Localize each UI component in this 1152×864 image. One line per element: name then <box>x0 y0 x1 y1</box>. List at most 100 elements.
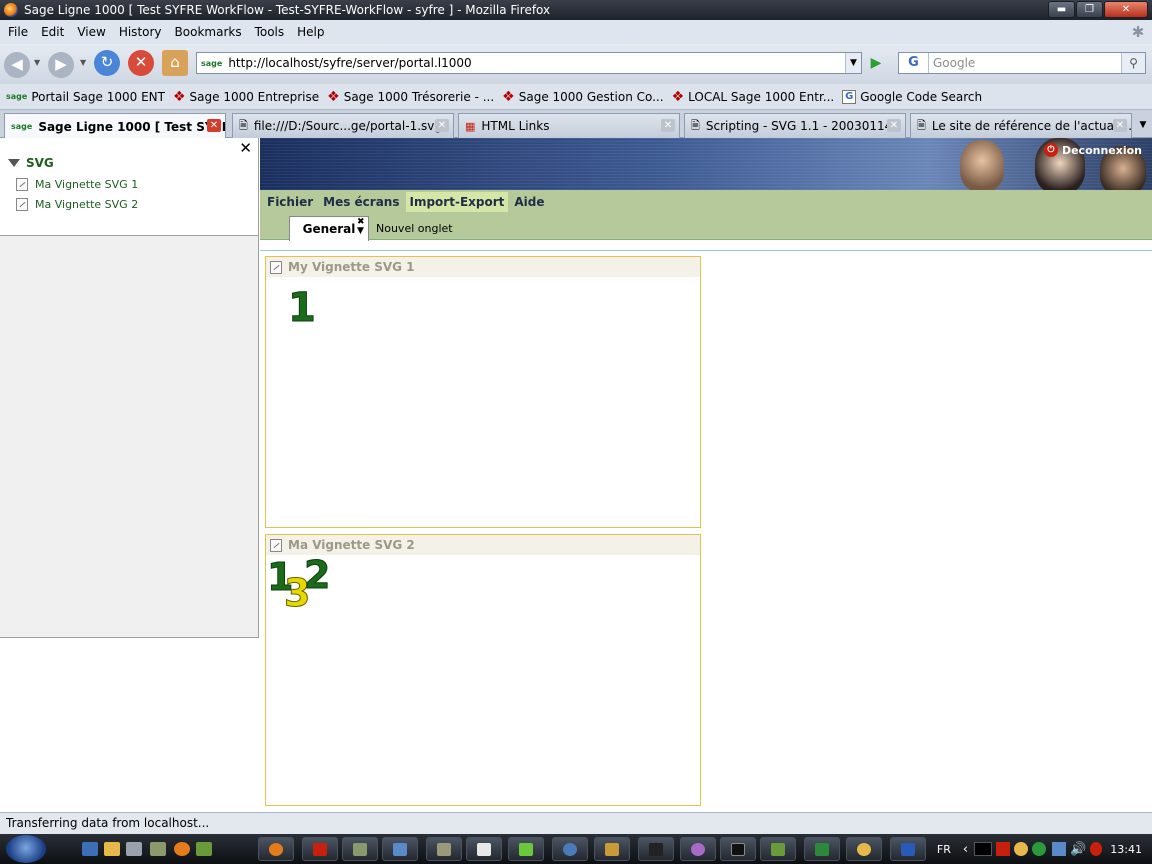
taskbar-app[interactable] <box>804 837 840 861</box>
bookmark-sage-tresorerie[interactable]: ❖ Sage 1000 Trésorerie - ... <box>327 89 494 105</box>
network-icon[interactable] <box>1052 842 1067 856</box>
taskbar-app[interactable] <box>426 837 462 861</box>
search-icon[interactable]: ⚲ <box>1121 53 1145 73</box>
tray-play-icon[interactable] <box>1032 842 1047 856</box>
bookmark-sage-gestion[interactable]: ❖ Sage 1000 Gestion Co... <box>502 89 663 105</box>
search-input[interactable]: Google <box>933 56 975 70</box>
close-tab-icon[interactable]: ✕ <box>207 119 221 132</box>
tab-site-reference[interactable]: 🗎 Le site de référence de l'actuali... ✕ <box>910 113 1132 138</box>
expand-triangle-icon[interactable] <box>8 159 20 167</box>
clock[interactable]: 13:41 <box>1110 843 1142 856</box>
bookmark-local-sage[interactable]: ❖ LOCAL Sage 1000 Entr... <box>672 89 835 105</box>
reload-button[interactable]: ↻ <box>94 50 120 76</box>
forward-button[interactable]: ▶ <box>48 52 74 78</box>
tab-scripting-svg[interactable]: 🗎 Scripting - SVG 1.1 - 20030114 ✕ <box>684 113 906 138</box>
taskbar-app[interactable] <box>302 837 338 861</box>
page-icon: 🗎 <box>917 118 926 132</box>
close-app-tab-icon[interactable]: ✖ ▼ <box>357 218 365 236</box>
start-button[interactable] <box>6 835 46 863</box>
tree-item-vignette-2[interactable]: Ma Vignette SVG 2 <box>16 198 138 211</box>
search-engine-icon[interactable]: G <box>899 53 929 73</box>
app-icon[interactable] <box>150 842 166 856</box>
search-box[interactable]: G Google ⚲ <box>898 52 1146 74</box>
app-menu-mes-ecrans[interactable]: Mes écrans <box>319 192 403 212</box>
tree-item-vignette-1[interactable]: Ma Vignette SVG 1 <box>16 178 138 191</box>
desktop-icon[interactable] <box>82 842 98 856</box>
tab-list-dropdown-icon[interactable]: ▼ <box>1134 113 1152 137</box>
close-sidebar-icon[interactable]: ✕ <box>239 139 252 157</box>
back-history-dropdown-icon[interactable]: ▼ <box>34 58 40 67</box>
taskbar-firefox[interactable] <box>258 837 294 861</box>
close-tab-icon[interactable]: ✕ <box>1113 119 1127 132</box>
menu-edit[interactable]: Edit <box>41 25 64 39</box>
taskbar-app[interactable] <box>846 837 882 861</box>
taskbar-app[interactable] <box>638 837 674 861</box>
close-window-button[interactable]: ✕ <box>1104 1 1148 18</box>
close-tab-icon[interactable]: ✕ <box>661 119 675 132</box>
page-icon: 🗎 <box>691 118 700 132</box>
taskbar-app[interactable] <box>760 837 796 861</box>
logout-button[interactable]: ⏻ Deconnexion <box>1043 143 1142 157</box>
taskbar-app[interactable] <box>342 837 378 861</box>
taskbar-app[interactable] <box>594 837 630 861</box>
app-menu-import-export[interactable]: Import-Export <box>405 192 509 212</box>
taskbar-app[interactable] <box>508 837 544 861</box>
menu-view[interactable]: View <box>77 25 105 39</box>
taskbar-app[interactable] <box>466 837 502 861</box>
tray-clock-icon[interactable] <box>1014 842 1029 856</box>
url-dropdown-icon[interactable]: ▼ <box>845 53 861 73</box>
menu-bookmarks[interactable]: Bookmarks <box>175 25 242 39</box>
close-tab-icon[interactable]: ✕ <box>435 119 449 132</box>
tab-label: Sage Ligne 1000 [ Test SYFRE... <box>38 119 225 134</box>
sage-icon: sage <box>11 122 33 131</box>
close-tab-icon[interactable]: ✕ <box>887 119 901 132</box>
bookmark-label: LOCAL Sage 1000 Entr... <box>688 89 835 104</box>
bookmark-portail-sage[interactable]: sage Portail Sage 1000 ENT <box>6 90 165 104</box>
tab-label: file:///D:/Sourc...ge/portal-1.svg <box>253 119 442 133</box>
go-button[interactable]: ▶ <box>866 54 886 72</box>
bookmark-google-code-search[interactable]: G Google Code Search <box>842 89 982 104</box>
tab-sage-ligne[interactable]: sage Sage Ligne 1000 [ Test SYFRE... ✕ <box>4 113 226 139</box>
tray-app-icon[interactable] <box>974 842 993 856</box>
back-button[interactable]: ◀ <box>4 52 30 78</box>
tab-html-links[interactable]: ▦ HTML Links ✕ <box>458 113 680 138</box>
minimize-button[interactable]: ▬ <box>1048 1 1075 18</box>
tree-item-label: Ma Vignette SVG 1 <box>35 178 139 191</box>
home-button[interactable]: ⌂ <box>162 50 188 76</box>
app-menu-fichier[interactable]: Fichier <box>263 192 317 212</box>
taskbar-app[interactable] <box>552 837 588 861</box>
menu-file[interactable]: File <box>8 25 28 39</box>
banner-photo <box>960 140 1004 190</box>
stop-button[interactable]: ✕ <box>128 50 154 76</box>
app-tab-new[interactable]: Nouvel onglet <box>376 222 453 235</box>
app-icon[interactable] <box>196 842 212 856</box>
tray-expand-icon[interactable]: ‹ <box>963 842 968 857</box>
restore-button[interactable]: ❐ <box>1076 1 1103 18</box>
menu-history[interactable]: History <box>119 25 162 39</box>
app-menu-aide[interactable]: Aide <box>510 192 548 212</box>
bookmark-sage-entreprise[interactable]: ❖ Sage 1000 Entreprise <box>173 89 319 105</box>
tool-icon[interactable] <box>126 842 142 856</box>
taskbar-console[interactable] <box>720 837 756 861</box>
document-icon <box>16 198 28 211</box>
menu-tools[interactable]: Tools <box>255 25 285 39</box>
volume-icon[interactable]: 🔊 <box>1070 842 1086 857</box>
taskbar-word[interactable] <box>890 837 926 861</box>
tree-node-svg[interactable]: SVG <box>8 156 54 170</box>
address-bar[interactable]: sage http://localhost/syfre/server/porta… <box>196 52 862 74</box>
clock-app-icon[interactable] <box>104 842 120 856</box>
tray-app-icon[interactable] <box>996 842 1011 856</box>
tray-app-icon[interactable] <box>1090 842 1103 856</box>
forward-history-dropdown-icon[interactable]: ▼ <box>80 58 86 67</box>
tab-svg-file[interactable]: 🗎 file:///D:/Sourc...ge/portal-1.svg ✕ <box>232 113 454 138</box>
vignette-header[interactable]: Ma Vignette SVG 2 <box>266 535 700 555</box>
vignette-header[interactable]: My Vignette SVG 1 <box>266 257 700 277</box>
taskbar-app[interactable] <box>680 837 716 861</box>
firefox-icon[interactable] <box>174 842 190 856</box>
language-indicator[interactable]: FR <box>937 843 951 856</box>
vignette-title: My Vignette SVG 1 <box>288 260 415 274</box>
taskbar-app[interactable] <box>382 837 418 861</box>
address-text[interactable]: http://localhost/syfre/server/portal.l10… <box>228 56 471 70</box>
site-icon: sage <box>201 58 223 68</box>
menu-help[interactable]: Help <box>297 25 324 39</box>
